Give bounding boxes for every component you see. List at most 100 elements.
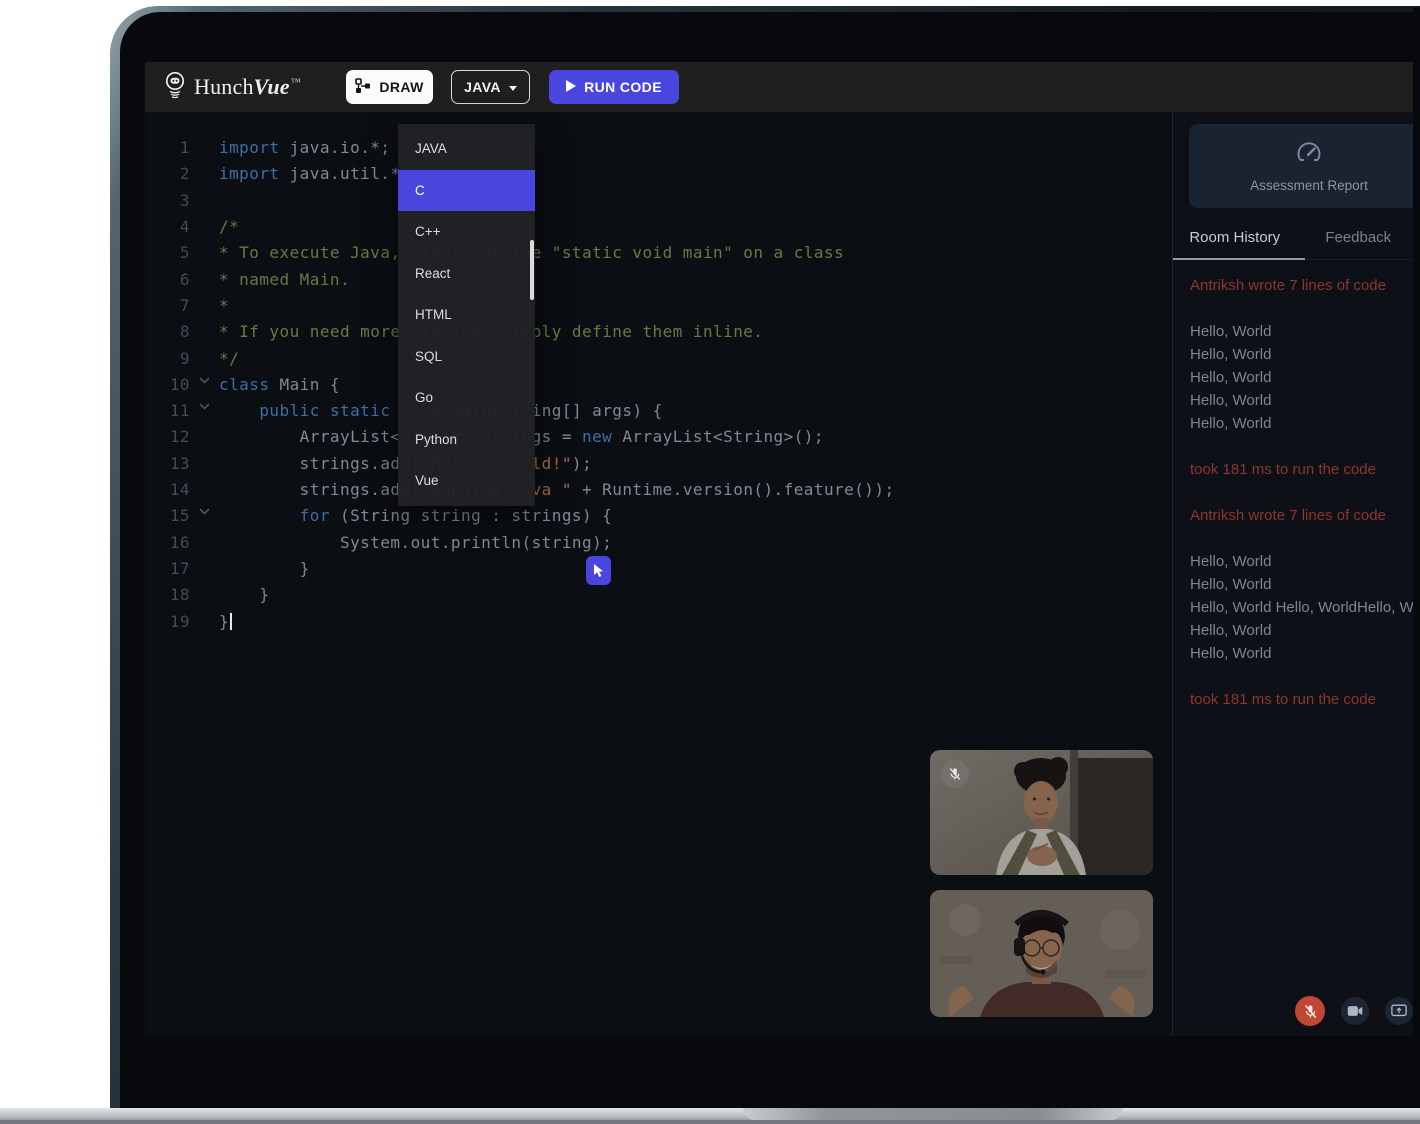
code-text: for (String string : strings) { — [219, 503, 612, 529]
history-output-line: Hello, World — [1190, 389, 1420, 412]
participant-video-interviewer[interactable] — [930, 750, 1153, 875]
line-number: 2 — [145, 161, 190, 187]
language-option-go[interactable]: Go — [398, 377, 535, 419]
share-screen-button[interactable] — [1385, 997, 1413, 1025]
chevron-down-icon — [509, 86, 517, 91]
history-output-line: Hello, World — [1190, 320, 1420, 343]
fold-chevron-icon[interactable] — [190, 503, 219, 529]
flow-diagram-icon — [355, 78, 371, 97]
marketing-laptop-mockup: HunchVue™ DRAW JAVA — [0, 0, 1420, 1124]
history-output-line: Hello, World — [1190, 412, 1420, 435]
language-option-python[interactable]: Python — [398, 419, 535, 461]
line-number: 17 — [145, 556, 190, 582]
history-output-line: Hello, World Hello, WorldHello, World — [1190, 596, 1420, 619]
language-option-sql[interactable]: SQL — [398, 336, 535, 378]
room-history-log: Antriksh wrote 7 lines of code Hello, Wor… — [1173, 260, 1420, 711]
language-option-java[interactable]: JAVA — [398, 128, 535, 170]
code-text: */ — [219, 346, 239, 372]
brand-name: HunchVue™ — [194, 74, 301, 100]
dropdown-scrollbar[interactable] — [530, 240, 534, 300]
assessment-report-button[interactable]: Assessment Report — [1189, 124, 1420, 208]
collaborator-cursor — [586, 556, 611, 585]
line-number: 10 — [145, 372, 190, 398]
fold-gutter — [190, 530, 219, 556]
line-number: 12 — [145, 424, 190, 450]
history-output-line: Hello, World — [1190, 343, 1420, 366]
camera-button[interactable] — [1341, 997, 1369, 1025]
language-select-button[interactable]: JAVA — [451, 70, 530, 104]
line-number: 14 — [145, 477, 190, 503]
code-text: System.out.println(string); — [219, 530, 612, 556]
history-spacer — [1190, 665, 1420, 688]
code-line[interactable]: 16 System.out.println(string); — [145, 530, 895, 556]
screen-share-icon — [1391, 1004, 1407, 1018]
fold-gutter — [190, 135, 219, 161]
history-output-line: Hello, World — [1190, 550, 1420, 573]
right-panel: Assessment Report Room History Feedback … — [1172, 112, 1420, 1036]
fold-gutter — [190, 582, 219, 608]
code-text: class Main { — [219, 372, 340, 398]
language-option-vue[interactable]: Vue — [398, 460, 535, 502]
code-text: import java.util.*; — [219, 161, 411, 187]
language-option-cpp[interactable]: C++ — [398, 211, 535, 253]
fold-gutter — [190, 267, 219, 293]
mute-microphone-button[interactable] — [1295, 996, 1325, 1026]
history-event: took 181 ms to run the code — [1190, 688, 1420, 711]
laptop-base-edge — [0, 1120, 1420, 1124]
fold-gutter — [190, 451, 219, 477]
video-camera-icon — [1347, 1005, 1363, 1017]
draw-button[interactable]: DRAW — [346, 70, 433, 104]
tab-feedback[interactable]: Feedback — [1297, 216, 1420, 259]
fold-gutter — [190, 477, 219, 503]
hunchvue-logo: HunchVue™ — [163, 62, 301, 112]
code-text: } — [219, 582, 269, 608]
fold-chevron-icon[interactable] — [190, 372, 219, 398]
line-number: 7 — [145, 293, 190, 319]
language-option-react[interactable]: React — [398, 253, 535, 295]
app-screen: HunchVue™ DRAW JAVA — [145, 62, 1420, 1036]
code-line[interactable]: 17 } — [145, 556, 895, 582]
history-event: Antriksh wrote 7 lines of code — [1190, 274, 1420, 297]
language-dropdown-menu: JAVACC++ReactHTMLSQLGoPythonVue — [398, 124, 535, 506]
history-output-line: Hello, World — [1190, 573, 1420, 596]
fold-gutter — [190, 346, 219, 372]
laptop-right-bezel — [1413, 8, 1420, 1108]
history-spacer — [1190, 481, 1420, 504]
laptop-base — [0, 1108, 1420, 1120]
top-toolbar: HunchVue™ DRAW JAVA — [145, 62, 1420, 112]
history-spacer — [1190, 527, 1420, 550]
language-option-c[interactable]: C — [398, 170, 535, 212]
line-number: 8 — [145, 319, 190, 345]
line-number: 18 — [145, 582, 190, 608]
play-icon — [566, 79, 576, 95]
line-number: 15 — [145, 503, 190, 529]
mic-off-icon — [941, 760, 969, 788]
language-selected-label: JAVA — [464, 79, 501, 95]
code-text: strings.add("Running Java " + Runtime.ve… — [219, 477, 895, 503]
code-line[interactable]: 19} — [145, 609, 895, 635]
text-caret — [230, 613, 232, 630]
language-option-html[interactable]: HTML — [398, 294, 535, 336]
participant-video-candidate[interactable] — [930, 890, 1153, 1017]
fold-gutter — [190, 240, 219, 266]
line-number: 1 — [145, 135, 190, 161]
tab-room-history[interactable]: Room History — [1173, 216, 1297, 259]
line-number: 9 — [145, 346, 190, 372]
code-line[interactable]: 18 } — [145, 582, 895, 608]
history-spacer — [1190, 297, 1420, 320]
fold-gutter — [190, 161, 219, 187]
code-text: /* — [219, 214, 239, 240]
code-text: import java.io.*; — [219, 135, 390, 161]
line-number: 13 — [145, 451, 190, 477]
laptop-hinge-notch — [743, 1108, 1123, 1120]
line-number: 6 — [145, 267, 190, 293]
code-text: * — [219, 293, 229, 319]
line-number: 4 — [145, 214, 190, 240]
history-output-line: Hello, World — [1190, 642, 1420, 665]
fold-gutter — [190, 214, 219, 240]
code-line[interactable]: 15 for (String string : strings) { — [145, 503, 895, 529]
history-event: Antriksh wrote 7 lines of code — [1190, 504, 1420, 527]
fold-chevron-icon[interactable] — [190, 398, 219, 424]
run-button-label: RUN CODE — [584, 79, 662, 95]
run-code-button[interactable]: RUN CODE — [549, 70, 679, 104]
